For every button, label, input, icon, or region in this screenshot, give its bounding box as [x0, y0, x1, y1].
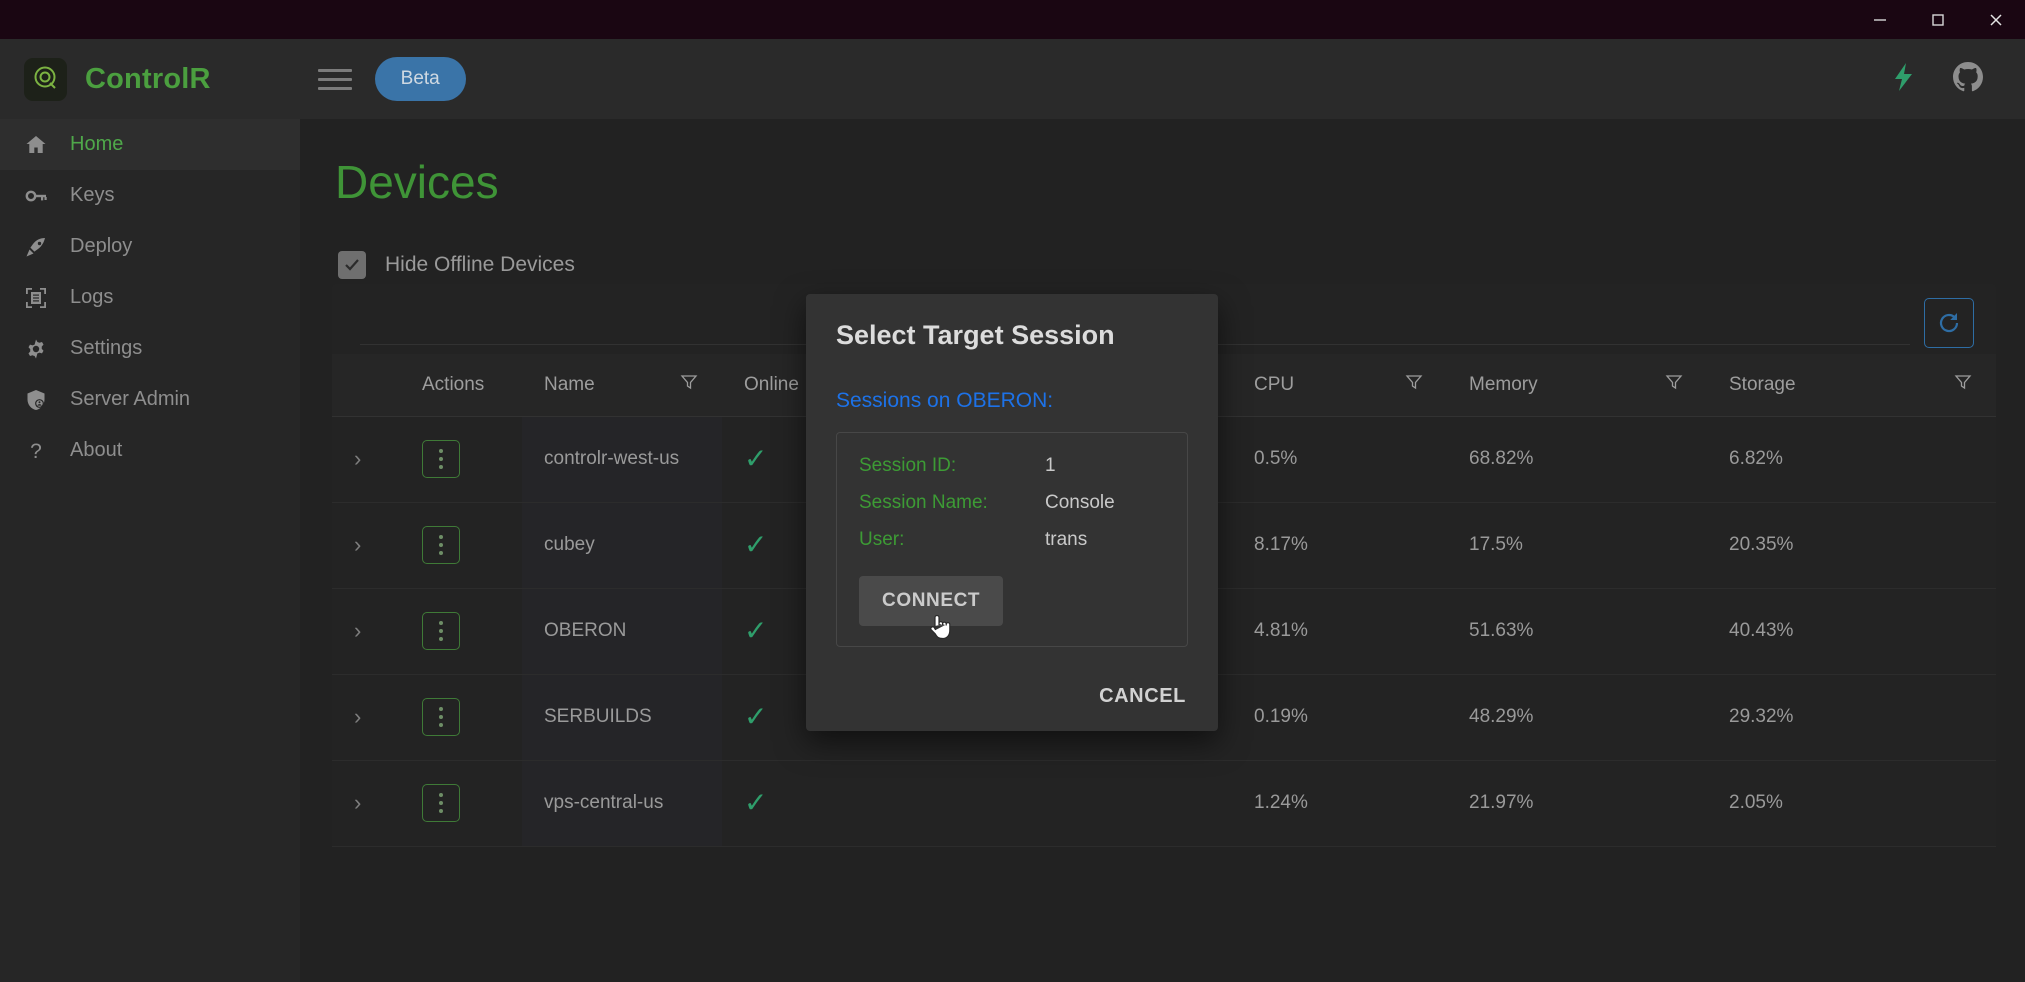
session-name-label: Session Name: — [859, 492, 988, 513]
select-target-session-dialog: Select Target Session Sessions on OBERON… — [806, 294, 1218, 731]
session-card[interactable]: Session ID: 1 Session Name: Console User… — [836, 432, 1188, 647]
app-window: ControlR Beta Home Keys Deploy Logs Sett… — [0, 0, 2025, 982]
session-name-value: Console — [1045, 492, 1115, 513]
connect-button[interactable]: CONNECT — [859, 576, 1004, 626]
cancel-button[interactable]: CANCEL — [1099, 685, 1186, 708]
session-user-label: User: — [859, 529, 905, 550]
session-field-row: User: trans — [859, 529, 1165, 551]
session-id-value: 1 — [1045, 455, 1056, 476]
session-field-row: Session Name: Console — [859, 492, 1165, 514]
dialog-title: Select Target Session — [836, 320, 1115, 350]
session-id-label: Session ID: — [859, 455, 957, 476]
session-field-row: Session ID: 1 — [859, 455, 1165, 477]
dialog-subtitle: Sessions on OBERON: — [836, 389, 1054, 412]
session-user-value: trans — [1045, 529, 1088, 550]
